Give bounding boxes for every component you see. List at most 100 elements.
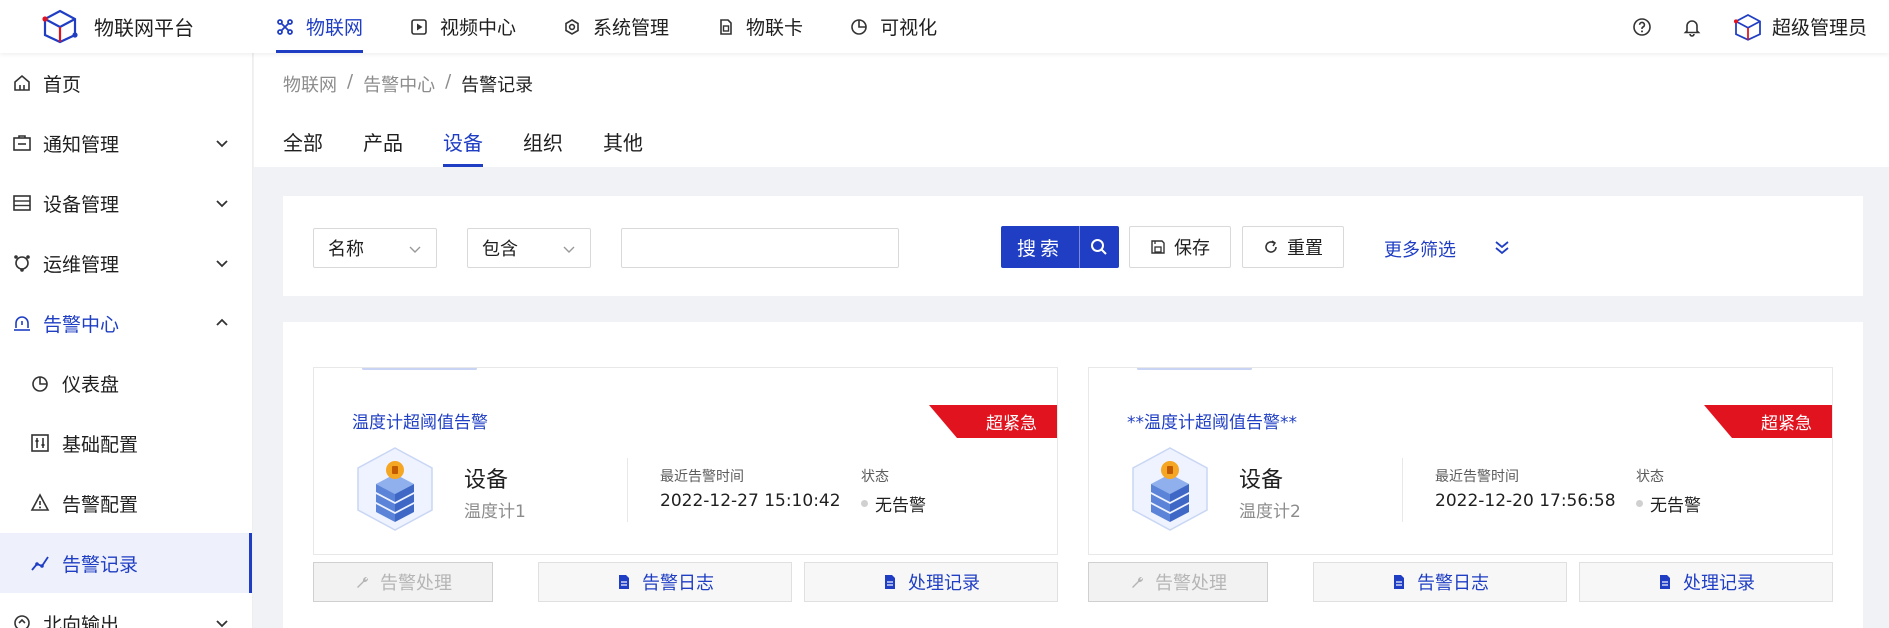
double-chevron-down-icon[interactable] <box>1493 238 1511 256</box>
device-type: 设备 <box>1239 468 1284 493</box>
chevron-up-icon <box>216 318 228 326</box>
tab-organization[interactable]: 组织 <box>523 127 563 167</box>
search-button[interactable]: 搜索 <box>1001 226 1119 268</box>
action-label: 告警日志 <box>1417 573 1489 594</box>
top-nav: 物联网 视频中心 系统管理 物联卡 可视化 <box>276 0 984 53</box>
record-icon <box>31 556 49 571</box>
sidebar-item-ops[interactable]: 运维管理 <box>0 233 252 293</box>
wrench-icon <box>1132 576 1144 588</box>
search-icon <box>1091 239 1107 255</box>
sidebar-item-alarm-config[interactable]: 告警配置 <box>0 473 252 533</box>
sidebar-item-notice[interactable]: 通知管理 <box>0 113 252 173</box>
top-header: 物联网平台 物联网 视频中心 系统管理 物联卡 可视化 超级管理员 <box>0 0 1889 53</box>
last-alarm-time: 2022-12-20 17:56:58 <box>1435 491 1616 511</box>
dashboard-icon <box>32 376 48 392</box>
page-header: 物联网 / 告警中心 / 告警记录 全部 产品 设备 组织 其他 <box>254 53 1889 167</box>
breadcrumb-item[interactable]: 物联网 <box>283 71 337 97</box>
handle-record-button[interactable]: 处理记录 <box>804 562 1058 602</box>
sidebar-item-label: 基础配置 <box>62 433 139 456</box>
wrench-icon <box>357 576 369 588</box>
alarm-handle-button[interactable]: 告警处理 <box>1088 562 1268 602</box>
sidebar-item-home[interactable]: 首页 <box>0 53 252 113</box>
sidebar-item-label: 首页 <box>43 73 82 96</box>
status-label: 状态 <box>861 469 889 485</box>
operator-select[interactable]: 包含 <box>467 228 591 268</box>
app-logo[interactable]: 物联网平台 <box>40 8 194 44</box>
sidebar: 首页 通知管理 设备管理 运维管理 告警中心 仪表盘 基础配置 告警配置 告警记… <box>0 53 253 628</box>
breadcrumb-separator: / <box>347 71 354 92</box>
tab-product[interactable]: 产品 <box>363 127 403 167</box>
alarm-handle-button[interactable]: 告警处理 <box>313 562 493 602</box>
sidebar-item-dashboard[interactable]: 仪表盘 <box>0 353 252 413</box>
topnav-item-simcard[interactable]: 物联卡 <box>716 0 803 53</box>
sidebar-item-label: 运维管理 <box>43 253 120 276</box>
tab-all[interactable]: 全部 <box>283 127 323 167</box>
chevron-down-icon <box>563 246 575 253</box>
status-value: 无告警 <box>1636 491 1701 516</box>
sidebar-item-device[interactable]: 设备管理 <box>0 173 252 233</box>
search-value-input[interactable] <box>621 228 899 268</box>
topnav-label: 物联卡 <box>746 17 804 39</box>
chevron-down-icon <box>216 260 228 268</box>
user-menu[interactable]: 超级管理员 <box>1732 11 1867 43</box>
status-value: 无告警 <box>861 491 926 516</box>
status-text: 无告警 <box>1650 496 1701 516</box>
sidebar-item-alarm-center[interactable]: 告警中心 <box>0 293 252 353</box>
topnav-item-system[interactable]: 系统管理 <box>563 0 669 53</box>
chevron-down-icon <box>216 620 228 628</box>
help-icon[interactable] <box>1632 17 1652 37</box>
status-text: 无告警 <box>875 496 926 516</box>
alarm-log-button[interactable]: 告警日志 <box>538 562 792 602</box>
topnav-item-video[interactable]: 视频中心 <box>410 0 516 53</box>
alarm-title[interactable]: 温度计超阈值告警 <box>352 408 488 433</box>
alarm-title[interactable]: **温度计超阈值告警** <box>1127 408 1297 433</box>
notice-icon <box>13 135 31 151</box>
action-label: 告警处理 <box>1155 573 1227 594</box>
ops-icon <box>14 255 30 272</box>
status-label: 状态 <box>1636 469 1664 485</box>
alarm-level-badge: 超紧急 <box>929 405 1057 438</box>
alarm-log-button[interactable]: 告警日志 <box>1313 562 1567 602</box>
reset-button-label: 重置 <box>1287 238 1323 259</box>
alarm-icon <box>14 316 30 331</box>
divider <box>627 458 628 522</box>
sim-card-icon <box>720 18 732 35</box>
last-alarm-time-label: 最近告警时间 <box>660 469 744 485</box>
bell-icon[interactable] <box>1682 17 1702 37</box>
reset-button[interactable]: 重置 <box>1242 226 1344 268</box>
sidebar-item-label: 设备管理 <box>43 193 120 216</box>
sidebar-item-alarm-record[interactable]: 告警记录 <box>0 533 252 593</box>
breadcrumb: 物联网 / 告警中心 / 告警记录 <box>283 71 533 97</box>
field-select-value: 名称 <box>328 239 364 260</box>
tab-device[interactable]: 设备 <box>443 127 483 167</box>
user-name: 超级管理员 <box>1771 17 1867 39</box>
device-lock-icon <box>1132 447 1208 531</box>
sidebar-item-label: 通知管理 <box>43 133 120 156</box>
sidebar-item-north-output[interactable]: 北向输出 <box>0 593 252 628</box>
alarm-card-list: 温度计超阈值告警 超紧急 设备 温度计1 最近告警时间 2022-12-27 1… <box>283 322 1863 628</box>
pie-chart-icon <box>851 18 867 35</box>
handle-record-button[interactable]: 处理记录 <box>1579 562 1833 602</box>
field-select[interactable]: 名称 <box>313 228 437 268</box>
status-dot <box>861 500 868 507</box>
breadcrumb-separator: / <box>445 71 452 92</box>
device-lock-icon <box>357 447 433 531</box>
breadcrumb-item[interactable]: 告警中心 <box>363 71 435 97</box>
topnav-label: 物联网 <box>306 17 364 39</box>
file-icon <box>1394 575 1404 589</box>
tab-other[interactable]: 其他 <box>603 127 643 167</box>
action-label: 告警处理 <box>380 573 452 594</box>
save-button[interactable]: 保存 <box>1129 226 1231 268</box>
last-alarm-time-label: 最近告警时间 <box>1435 469 1519 485</box>
more-filter-link[interactable]: 更多筛选 <box>1384 236 1456 262</box>
file-icon <box>619 575 629 589</box>
topnav-item-visualization[interactable]: 可视化 <box>850 0 937 53</box>
config-icon <box>31 434 49 452</box>
sidebar-item-basic-config[interactable]: 基础配置 <box>0 413 252 473</box>
topnav-label: 视频中心 <box>440 17 517 39</box>
sidebar-item-label: 告警配置 <box>62 493 139 516</box>
sidebar-item-label: 仪表盘 <box>62 373 120 396</box>
file-icon <box>1660 575 1670 589</box>
action-label: 告警日志 <box>642 573 714 594</box>
topnav-item-iot[interactable]: 物联网 <box>276 0 364 53</box>
